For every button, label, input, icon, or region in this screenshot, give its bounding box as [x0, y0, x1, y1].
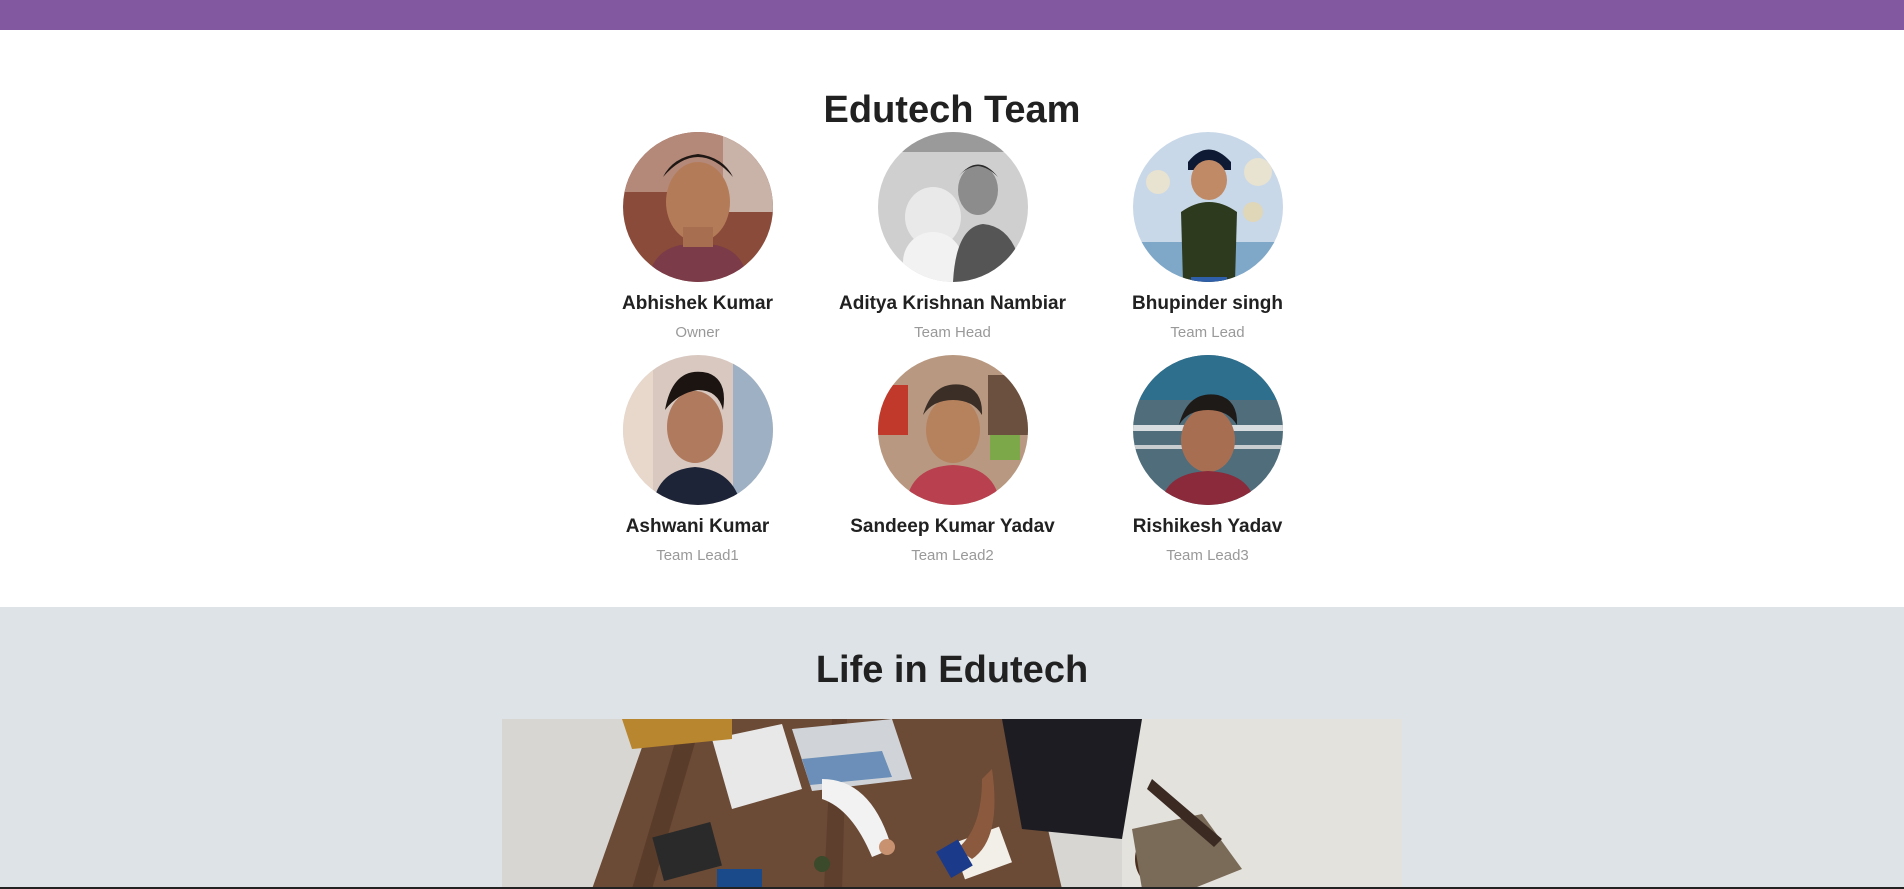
team-section: Edutech Team Abhishek Kumar Owner Aditya…	[0, 30, 1904, 607]
member-photo	[1132, 355, 1283, 505]
member-name: Abhishek Kumar	[622, 293, 773, 314]
life-section-title: Life in Edutech	[815, 649, 1089, 691]
team-grid: Abhishek Kumar Owner Aditya Krishnan Nam…	[570, 132, 1335, 578]
member-role: Owner	[675, 324, 720, 341]
member-name: Aditya Krishnan Nambiar	[839, 293, 1066, 314]
team-meeting-photo	[502, 719, 1402, 889]
member-photo	[622, 132, 773, 282]
member-role: Team Lead2	[911, 547, 994, 564]
person-photo-icon	[877, 355, 1028, 505]
person-photo-icon	[1132, 132, 1283, 282]
person-photo-icon	[622, 355, 773, 505]
team-meeting-photo-icon	[502, 719, 1402, 889]
page-content: Edutech Team Abhishek Kumar Owner Aditya…	[0, 0, 1904, 889]
team-member-card: Abhishek Kumar Owner	[570, 132, 825, 355]
member-photo	[877, 132, 1028, 282]
person-with-dog-photo-icon	[877, 132, 1028, 282]
member-name: Sandeep Kumar Yadav	[850, 516, 1055, 537]
life-section: Life in Edutech	[0, 607, 1904, 889]
member-photo	[1132, 132, 1283, 282]
member-role: Team Lead	[1170, 324, 1245, 341]
person-photo-icon	[1132, 355, 1283, 505]
person-photo-icon	[622, 132, 773, 282]
member-name: Rishikesh Yadav	[1132, 516, 1283, 537]
member-role: Team Lead1	[656, 547, 739, 564]
top-navigation-bar	[0, 0, 1904, 30]
member-name: Bhupinder singh	[1132, 293, 1283, 314]
team-member-card: Ashwani Kumar Team Lead1	[570, 355, 825, 578]
member-name: Ashwani Kumar	[625, 516, 770, 537]
team-member-card: Bhupinder singh Team Lead	[1080, 132, 1335, 355]
member-role: Team Lead3	[1166, 547, 1249, 564]
member-photo	[877, 355, 1028, 505]
team-member-card: Sandeep Kumar Yadav Team Lead2	[825, 355, 1080, 578]
page: Edutech Team Abhishek Kumar Owner Aditya…	[0, 0, 1904, 889]
team-section-title: Edutech Team	[823, 89, 1081, 131]
team-member-card: Aditya Krishnan Nambiar Team Head	[825, 132, 1080, 355]
team-member-card: Rishikesh Yadav Team Lead3	[1080, 355, 1335, 578]
member-photo	[622, 355, 773, 505]
member-role: Team Head	[914, 324, 991, 341]
